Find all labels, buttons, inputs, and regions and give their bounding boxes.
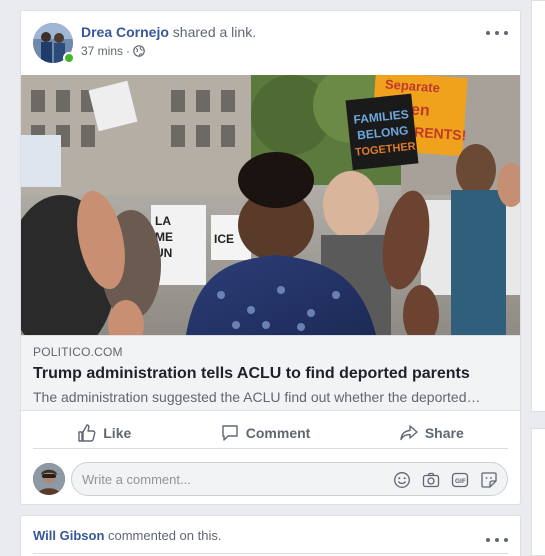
author-name-link[interactable]: Drea Cornejo — [81, 24, 169, 40]
right-column-edge — [531, 0, 545, 556]
post-actions-bar: Like Comment Share — [33, 419, 508, 449]
online-status-indicator — [63, 52, 75, 64]
dot-icon — [504, 538, 508, 542]
right-card-edge — [531, 428, 545, 556]
link-preview-meta[interactable]: POLITICO.COM Trump administration tells … — [21, 335, 520, 411]
next-post-header: Will Gibson commented on this. — [33, 528, 221, 543]
post-action-text: shared a link. — [168, 24, 257, 40]
next-post-action-text: commented on this. — [104, 528, 222, 543]
post-card: Drea Cornejo shared a link. 37 mins · Se… — [20, 10, 521, 505]
next-post-author-link[interactable]: Will Gibson — [33, 528, 104, 543]
news-feed: Drea Cornejo shared a link. 37 mins · Se… — [0, 0, 545, 556]
comment-attachment-icons: GIF — [392, 470, 499, 490]
post-timestamp[interactable]: 37 mins — [81, 44, 123, 58]
viewer-avatar[interactable] — [33, 463, 65, 495]
like-label: Like — [103, 425, 132, 441]
post-options-button[interactable] — [486, 27, 508, 39]
camera-icon[interactable] — [421, 470, 441, 490]
meta-separator: · — [126, 44, 131, 58]
link-preview-image[interactable]: Separate Aren PARENTS! FAMILIES BELONG T… — [21, 75, 520, 335]
link-title[interactable]: Trump administration tells ACLU to find … — [33, 365, 508, 383]
dot-icon — [486, 31, 490, 35]
dot-icon — [495, 538, 499, 542]
post-meta: 37 mins · — [81, 44, 145, 58]
emoji-icon[interactable] — [392, 470, 412, 490]
comment-button[interactable]: Comment — [212, 419, 319, 447]
gif-icon[interactable]: GIF — [450, 470, 470, 490]
comment-composer: GIF — [33, 462, 508, 496]
comment-input[interactable] — [82, 463, 382, 495]
next-post-options-button[interactable] — [486, 534, 508, 546]
dot-icon — [486, 538, 490, 542]
comment-bubble-icon — [220, 423, 240, 443]
divider — [33, 553, 508, 554]
share-label: Share — [424, 425, 464, 441]
sign-text: ICE — [214, 232, 234, 246]
comment-label: Comment — [245, 425, 311, 441]
post-header-line: Drea Cornejo shared a link. — [81, 24, 256, 40]
link-description: The administration suggested the ACLU fi… — [33, 389, 481, 405]
dot-icon — [504, 31, 508, 35]
share-button[interactable]: Share — [391, 419, 472, 447]
next-post-card: Will Gibson commented on this. — [20, 515, 521, 556]
link-domain: POLITICO.COM — [33, 345, 123, 359]
thumbs-up-icon — [77, 423, 97, 443]
share-arrow-icon — [399, 423, 419, 443]
post-header: Drea Cornejo shared a link. 37 mins · — [33, 23, 508, 65]
sign-text: LA — [155, 214, 171, 228]
right-card-edge — [531, 0, 545, 412]
comment-input-box[interactable]: GIF — [71, 462, 508, 496]
svg-text:GIF: GIF — [455, 478, 466, 485]
sticker-icon[interactable] — [479, 470, 499, 490]
globe-icon[interactable] — [133, 45, 145, 57]
dot-icon — [495, 31, 499, 35]
like-button[interactable]: Like — [69, 419, 139, 447]
